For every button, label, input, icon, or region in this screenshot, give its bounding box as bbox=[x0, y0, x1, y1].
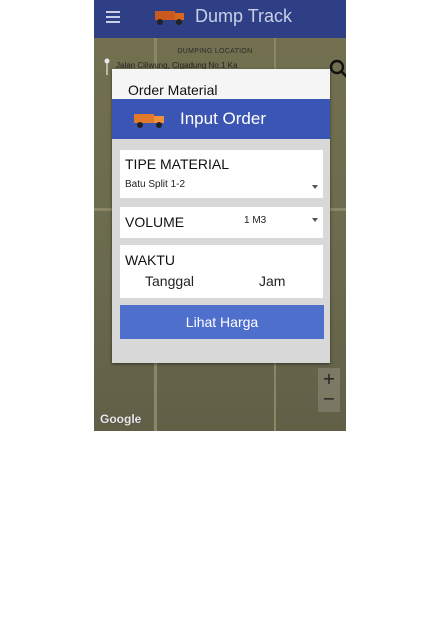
input-order-banner: Input Order bbox=[112, 99, 330, 139]
banner-title: Input Order bbox=[180, 109, 266, 128]
material-type-value[interactable]: Batu Split 1-2 bbox=[125, 179, 185, 190]
zoom-controls: + − bbox=[318, 368, 340, 412]
dropdown-icon[interactable] bbox=[312, 185, 318, 189]
order-dialog: Order Material Input Order TIPE MATERIAL… bbox=[112, 69, 330, 363]
app-title: Dump Track bbox=[195, 6, 293, 26]
volume-label: VOLUME bbox=[125, 214, 185, 230]
truck-icon bbox=[155, 11, 184, 25]
material-type-label: TIPE MATERIAL bbox=[125, 156, 229, 172]
dumping-location-label: DUMPING LOCATION bbox=[177, 48, 253, 55]
material-type-field[interactable]: TIPE MATERIAL Batu Split 1-2 bbox=[120, 150, 323, 198]
truck-icon bbox=[134, 114, 164, 128]
check-price-button[interactable]: Lihat Harga bbox=[120, 305, 324, 339]
menu-icon[interactable] bbox=[106, 11, 120, 23]
search-icon[interactable] bbox=[328, 58, 346, 80]
volume-field[interactable]: VOLUME 1 M3 bbox=[120, 207, 323, 238]
zoom-in-button[interactable]: + bbox=[318, 370, 340, 388]
dropdown-icon[interactable] bbox=[312, 218, 318, 222]
dialog-title: Order Material bbox=[128, 82, 218, 98]
date-picker[interactable]: Tanggal bbox=[145, 273, 194, 289]
time-field: WAKTU Tanggal Jam bbox=[120, 245, 323, 298]
pin-icon bbox=[104, 58, 110, 75]
time-picker[interactable]: Jam bbox=[259, 273, 285, 289]
time-label: WAKTU bbox=[125, 252, 176, 268]
phone-screen: Dump Track DUMPING LOCATION Jalan Ciliwu… bbox=[94, 0, 346, 431]
dialog-header: Order Material bbox=[112, 69, 330, 99]
map-attribution: Google bbox=[100, 412, 142, 426]
app-bar: Dump Track bbox=[94, 0, 346, 38]
zoom-out-button[interactable]: − bbox=[318, 390, 340, 408]
volume-value[interactable]: 1 M3 bbox=[244, 215, 266, 226]
